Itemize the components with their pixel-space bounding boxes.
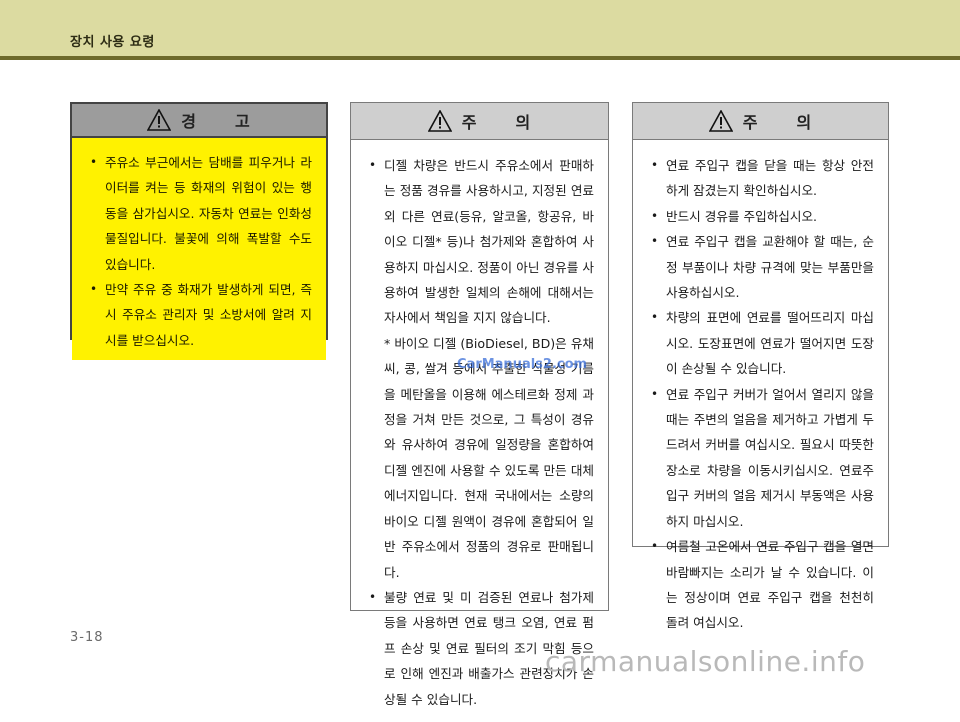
warning-item: 만약 주유 중 화재가 발생하게 되면, 즉시 주유소 관리자 및 소방서에 알…: [90, 277, 312, 353]
caution-panel-body: 디젤 차량은 반드시 주유소에서 판매하는 정품 경유를 사용하시고, 지정된 …: [351, 140, 608, 722]
caution-item: 차량의 표면에 연료를 떨어뜨리지 마십시오. 도장표면에 연료가 떨어지면 도…: [651, 305, 874, 381]
warning-panel-body: 주유소 부근에서는 담배를 피우거나 라이터를 켜는 등 화재의 위험이 있는 …: [72, 138, 326, 360]
caution-triangle-icon: [427, 110, 452, 132]
caution-triangle-icon: [708, 110, 733, 132]
caution-panel-header: 주 의: [351, 103, 608, 140]
header-rule: [0, 56, 960, 60]
caution-head-right: 의: [796, 113, 813, 132]
warning-head-right: 고: [235, 112, 251, 131]
caution-item: 연료 주입구 캡을 교환해야 할 때는, 순정 부품이나 차량 규격에 맞는 부…: [651, 229, 874, 305]
caution-item-text: 디젤 차량은 반드시 주유소에서 판매하는 정품 경유를 사용하시고, 지정된 …: [384, 158, 594, 326]
caution-head-left: 주: [461, 113, 478, 132]
caution-head-left: 주: [742, 113, 759, 132]
caution-panel-body: 연료 주입구 캡을 닫을 때는 항상 안전하게 잠겼는지 확인하십시오. 반드시…: [633, 140, 888, 646]
caution-panel-fuel-cap: 주 의 연료 주입구 캡을 닫을 때는 항상 안전하게 잠겼는지 확인하십시오.…: [632, 102, 889, 630]
caution-item: 연료 주입구 커버가 얼어서 열리지 않을 때는 주변의 얼음을 제거하고 가볍…: [651, 382, 874, 534]
warning-triangle-icon: [147, 109, 172, 131]
section-title: 장치 사용 요령: [70, 35, 155, 50]
caution-item: 반드시 경유를 주입하십시오.: [651, 204, 874, 230]
warning-item: 주유소 부근에서는 담배를 피우거나 라이터를 켜는 등 화재의 위험이 있는 …: [90, 150, 312, 277]
page-number: 3-18: [70, 630, 104, 645]
warning-head-left: 경: [181, 112, 197, 131]
caution-item: 여름철 고온에서 연료 주입구 캡을 열면 바람빠지는 소리가 날 수 있습니다…: [651, 534, 874, 636]
caution-head-right: 의: [515, 113, 532, 132]
footer-watermark: carmanualsonline.info: [545, 645, 866, 678]
caution-panel-header: 주 의: [633, 103, 888, 140]
warning-panel: 경 고 주유소 부근에서는 담배를 피우거나 라이터를 켜는 등 화재의 위험이…: [70, 102, 328, 360]
warning-panel-header: 경 고: [72, 104, 326, 138]
caution-item: 연료 주입구 캡을 닫을 때는 항상 안전하게 잠겼는지 확인하십시오.: [651, 153, 874, 204]
watermark-text: CarManuals2.com: [457, 357, 588, 372]
